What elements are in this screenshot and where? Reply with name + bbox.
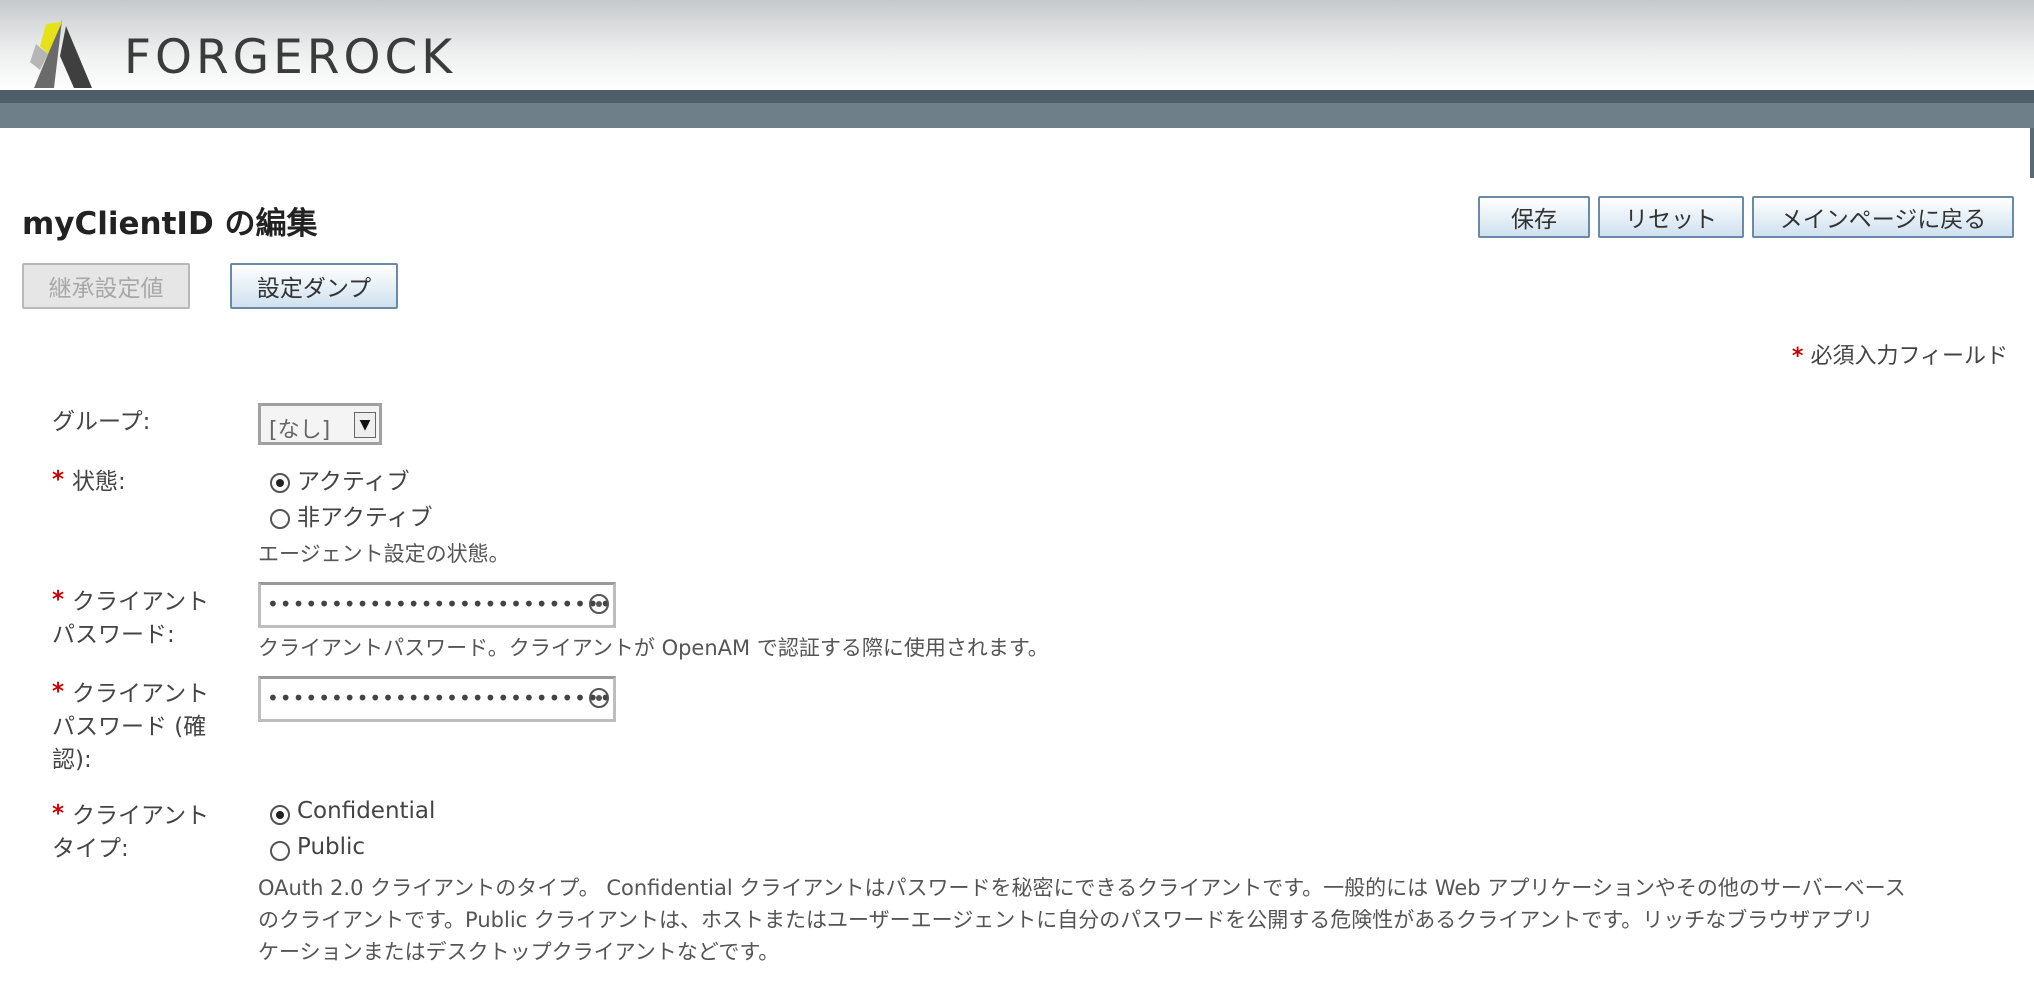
group-select-value: [なし] (269, 418, 331, 443)
dump-config-button[interactable]: 設定ダンプ (230, 263, 398, 309)
password-label-line1: クライアント (72, 589, 210, 615)
forgerock-logo-icon (30, 20, 92, 88)
client-type-option-public: Public (297, 834, 366, 860)
required-fields-label: 必須入力フィールド (1810, 344, 2008, 369)
header-bar (0, 90, 2034, 103)
status-label-row: * 状態: (52, 466, 126, 499)
required-star: * (52, 467, 65, 493)
client-type-help-line1: OAuth 2.0 クライアントのタイプ。 Confidential クライアン… (258, 876, 1906, 900)
client-type-radio-confidential[interactable]: Confidential (270, 798, 436, 825)
password-masked-value: •••••••••••••••••••••••••••• (267, 592, 616, 616)
client-type-help-line2: のクライアントです。Public クライアントは、ホストまたはユーザーエージェン… (258, 908, 1874, 932)
required-star: * (52, 679, 65, 705)
password-confirm-label-line3: 認): (52, 747, 92, 773)
required-star: * (52, 801, 65, 827)
reset-button[interactable]: リセット (1598, 196, 1744, 238)
password-confirm-label-row: * クライアント パスワード (確 認): (52, 678, 209, 777)
client-type-option-confidential: Confidential (297, 798, 436, 824)
brand-name: FORGEROCK (124, 30, 457, 85)
status-option-active: アクティブ (297, 469, 410, 495)
inherit-values-button[interactable]: 継承設定値 (22, 263, 190, 309)
header-subbar (0, 103, 2034, 128)
password-confirm-label-line1: クライアント (72, 681, 210, 707)
radio-selected-icon[interactable] (270, 805, 290, 825)
chevron-down-icon[interactable]: ▼ (354, 412, 376, 438)
eye-icon[interactable] (589, 688, 609, 708)
password-label-row: * クライアント パスワード: (52, 586, 209, 652)
window-edge (2030, 128, 2034, 178)
app-header: FORGEROCK (0, 0, 2034, 90)
radio-selected-icon[interactable] (270, 473, 290, 493)
client-password-input[interactable]: •••••••••••••••••••••••••••• (258, 582, 616, 628)
status-radio-inactive[interactable]: 非アクティブ (270, 498, 432, 532)
status-option-inactive: 非アクティブ (297, 505, 433, 531)
status-help: エージェント設定の状態。 (258, 542, 510, 566)
password-confirm-masked-value: •••••••••••••••••••••••••••• (267, 686, 616, 710)
back-to-main-button[interactable]: メインページに戻る (1752, 196, 2014, 238)
client-type-label-line1: クライアント (72, 803, 210, 829)
radio-unselected-icon[interactable] (270, 509, 290, 529)
password-label-line2: パスワード: (52, 622, 175, 648)
client-type-help: OAuth 2.0 クライアントのタイプ。 Confidential クライアン… (258, 872, 1998, 968)
client-type-radio-public[interactable]: Public (270, 834, 366, 861)
status-radio-active[interactable]: アクティブ (270, 462, 409, 496)
password-help: クライアントパスワード。クライアントが OpenAM で認証する際に使用されます… (258, 636, 1049, 660)
required-star: * (52, 587, 65, 613)
required-fields-note: * 必須入力フィールド (1792, 338, 2008, 370)
radio-unselected-icon[interactable] (270, 841, 290, 861)
client-type-label-row: * クライアント タイプ: (52, 800, 209, 866)
group-select[interactable]: [なし] ▼ (258, 403, 382, 445)
password-confirm-label-line2: パスワード (確 (52, 714, 207, 740)
eye-icon[interactable] (589, 594, 609, 614)
required-star: * (1791, 344, 1804, 369)
client-password-confirm-input[interactable]: •••••••••••••••••••••••••••• (258, 676, 616, 722)
save-button[interactable]: 保存 (1478, 196, 1590, 238)
client-type-help-line3: ケーションまたはデスクトップクライアントなどです。 (258, 940, 780, 964)
status-label: 状態: (72, 469, 126, 495)
group-label: グループ: (52, 409, 151, 435)
page-title: myClientID の編集 (22, 206, 318, 242)
client-type-label-line2: タイプ: (52, 836, 129, 862)
